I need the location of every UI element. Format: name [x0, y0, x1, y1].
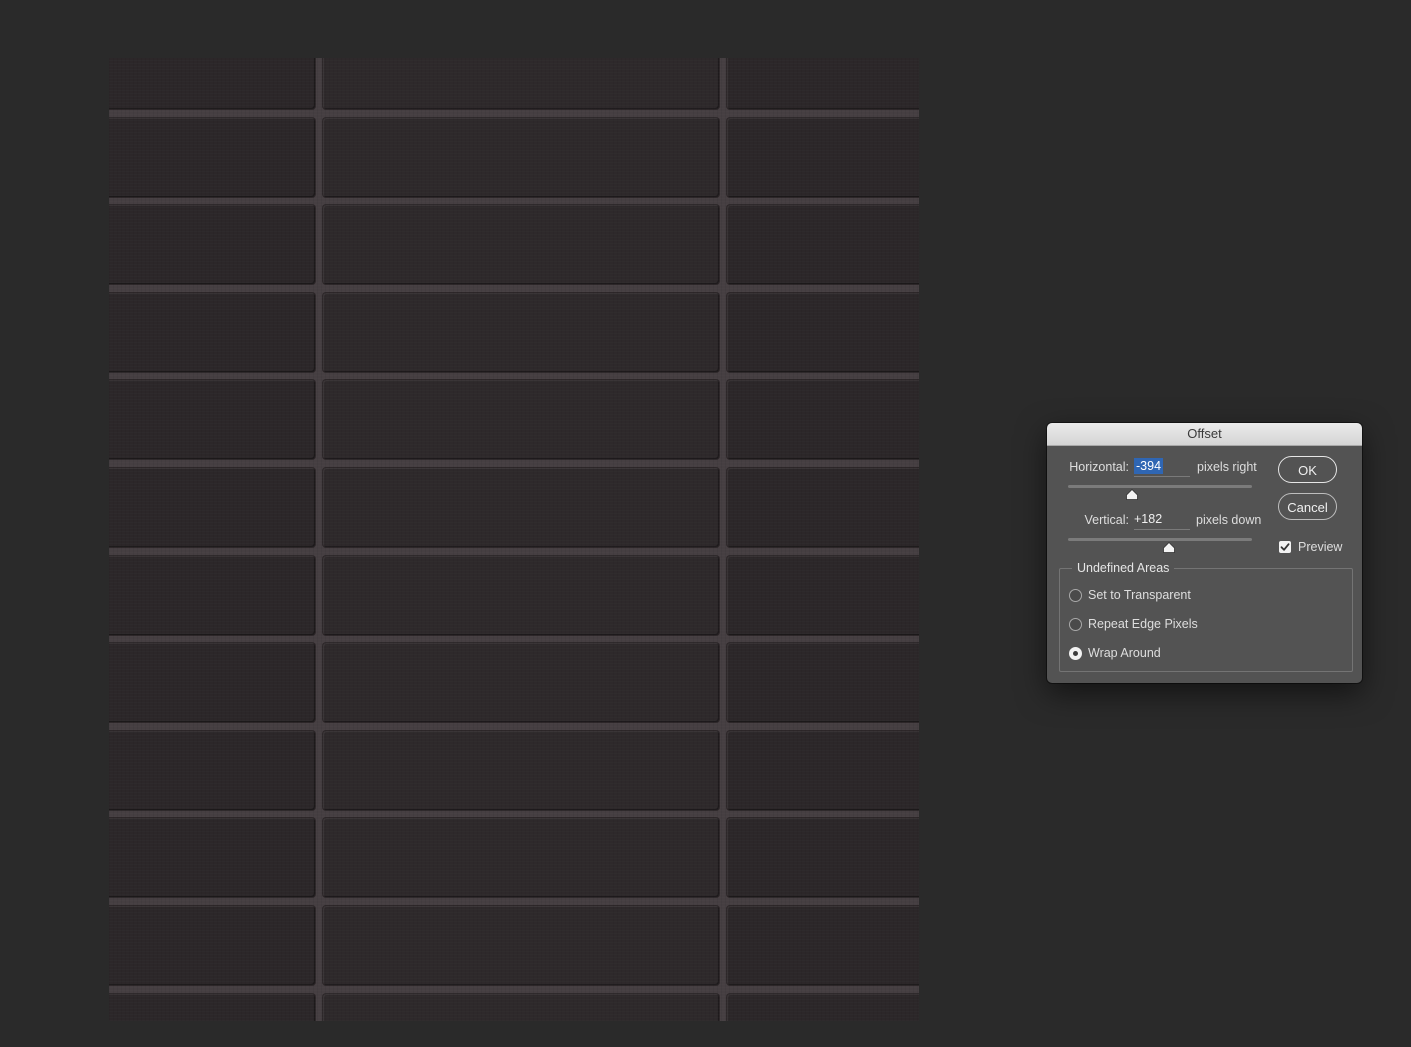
ok-button[interactable]: OK — [1278, 456, 1337, 483]
offset-dialog: Offset Horizontal: -394 pixels right Ver… — [1047, 423, 1362, 683]
preview-checkbox[interactable] — [1279, 541, 1291, 553]
tile — [109, 906, 315, 985]
tile — [109, 818, 315, 897]
tile — [109, 556, 315, 635]
repeat-edge-pixels-radio[interactable] — [1069, 618, 1082, 631]
horizontal-slider-track[interactable] — [1068, 485, 1252, 488]
vertical-label: Vertical: — [1084, 513, 1129, 527]
tile — [323, 58, 719, 109]
tile — [323, 556, 719, 635]
tile — [109, 994, 315, 1021]
set-to-transparent-label: Set to Transparent — [1088, 588, 1191, 602]
tile — [727, 468, 919, 547]
tile — [727, 556, 919, 635]
tile — [727, 118, 919, 197]
vertical-input[interactable]: +182 — [1134, 510, 1190, 530]
horizontal-input[interactable]: -394 — [1134, 457, 1190, 477]
tile — [323, 994, 719, 1021]
cancel-button[interactable]: Cancel — [1278, 493, 1337, 520]
tile — [323, 293, 719, 372]
tile — [323, 731, 719, 810]
dialog-title: Offset — [1047, 423, 1362, 446]
tile — [727, 58, 919, 109]
tile — [727, 818, 919, 897]
wrap-around-radio[interactable] — [1069, 647, 1082, 660]
tile — [323, 818, 719, 897]
undefined-areas-title: Undefined Areas — [1072, 561, 1175, 575]
tile — [109, 205, 315, 284]
horizontal-slider-thumb[interactable] — [1126, 489, 1139, 500]
tile — [727, 643, 919, 722]
tile — [323, 643, 719, 722]
tile — [727, 380, 919, 459]
tile — [323, 118, 719, 197]
tile — [727, 205, 919, 284]
repeat-edge-pixels-label: Repeat Edge Pixels — [1088, 617, 1198, 631]
workspace: Offset Horizontal: -394 pixels right Ver… — [0, 0, 1411, 1047]
tile — [109, 731, 315, 810]
tile — [109, 118, 315, 197]
wrap-around-label: Wrap Around — [1088, 646, 1161, 660]
tile — [727, 731, 919, 810]
tile — [323, 380, 719, 459]
vertical-value: +182 — [1134, 512, 1163, 526]
vertical-slider-track[interactable] — [1068, 538, 1252, 541]
tile — [727, 293, 919, 372]
tile — [323, 205, 719, 284]
vertical-unit: pixels down — [1196, 513, 1262, 527]
checkmark-icon — [1280, 543, 1290, 551]
tile — [109, 58, 315, 109]
horizontal-value: -394 — [1134, 458, 1164, 474]
tile — [323, 906, 719, 985]
tile — [727, 906, 919, 985]
preview-label: Preview — [1298, 540, 1343, 554]
tile — [109, 468, 315, 547]
tile — [323, 468, 719, 547]
tile — [109, 380, 315, 459]
tile — [109, 643, 315, 722]
document-canvas[interactable] — [109, 58, 919, 1021]
set-to-transparent-radio[interactable] — [1069, 589, 1082, 602]
horizontal-label: Horizontal: — [1069, 460, 1129, 474]
vertical-slider-thumb[interactable] — [1163, 542, 1176, 553]
horizontal-unit: pixels right — [1197, 460, 1257, 474]
tile — [109, 293, 315, 372]
tile — [727, 994, 919, 1021]
